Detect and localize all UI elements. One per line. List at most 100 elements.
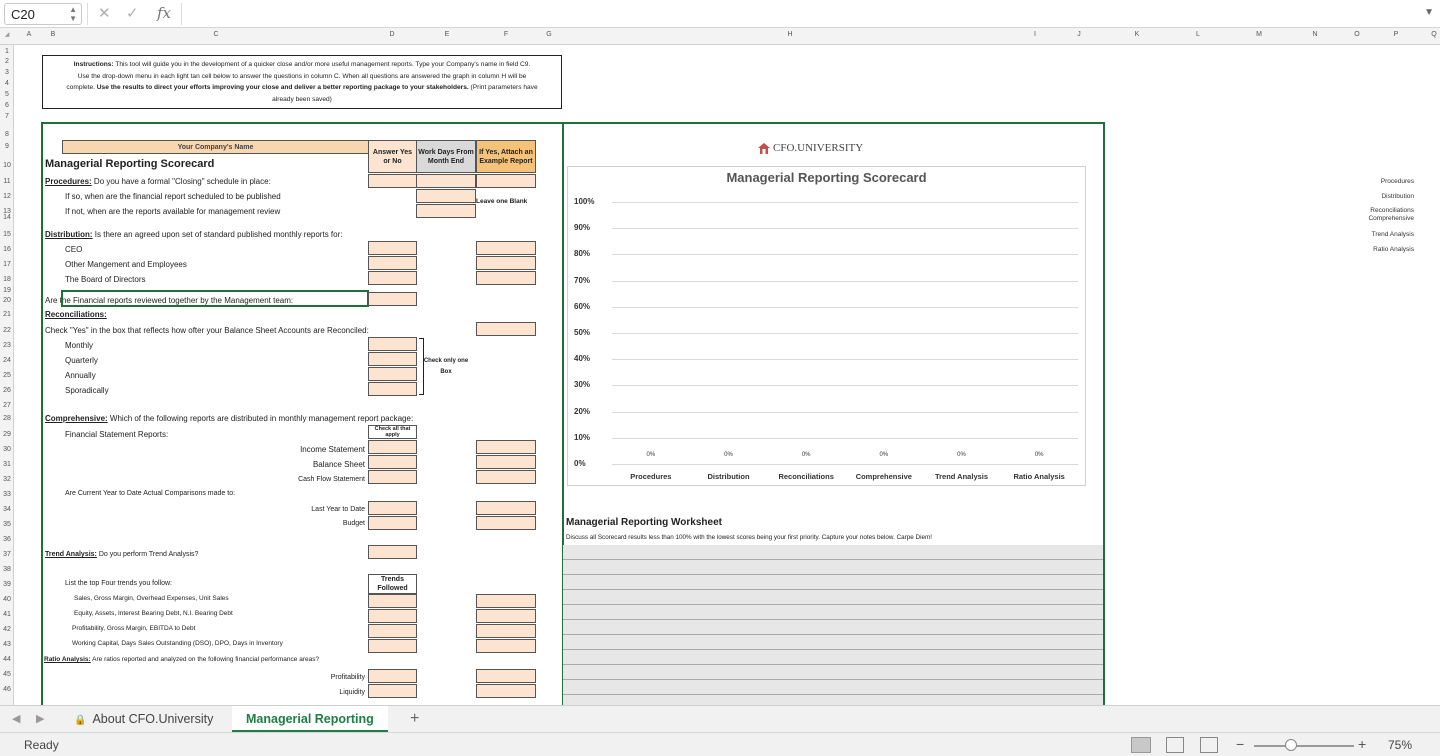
row-header[interactable]: 43 — [0, 641, 14, 648]
row-header[interactable]: 34 — [0, 506, 14, 513]
column-header[interactable]: D — [389, 31, 394, 38]
row-header[interactable]: 4 — [0, 80, 14, 87]
row-header[interactable]: 36 — [0, 536, 14, 543]
row-header[interactable]: 39 — [0, 581, 14, 588]
selected-cell-c20[interactable] — [61, 290, 369, 307]
zoom-slider-thumb[interactable] — [1285, 739, 1297, 751]
row-header[interactable]: 40 — [0, 596, 14, 603]
company-name-field[interactable]: Your Company's Name — [62, 140, 369, 154]
name-box-stepper-icon[interactable]: ▲ ▼ — [69, 5, 77, 23]
column-header[interactable]: J — [1077, 31, 1081, 38]
column-header[interactable]: L — [1196, 31, 1200, 38]
last-year-attach-cell[interactable] — [476, 501, 536, 515]
column-header[interactable]: G — [546, 31, 551, 38]
if-so-workdays-cell[interactable] — [416, 189, 476, 203]
trend-1-attach-cell[interactable] — [476, 594, 536, 608]
budget-answer-cell[interactable] — [368, 516, 417, 530]
worksheet-note-row[interactable] — [563, 680, 1103, 695]
column-header[interactable]: E — [445, 31, 450, 38]
trend-2-attach-cell[interactable] — [476, 609, 536, 623]
worksheet-note-row[interactable] — [563, 590, 1103, 605]
other-mgmt-attach-cell[interactable] — [476, 256, 536, 270]
procedures-attach-cell[interactable] — [476, 174, 536, 188]
row-header[interactable]: 3 — [0, 69, 14, 76]
worksheet-note-row[interactable] — [563, 575, 1103, 590]
row-header[interactable]: 38 — [0, 566, 14, 573]
trend-4-answer-cell[interactable] — [368, 639, 417, 653]
recon-attach-cell[interactable] — [476, 322, 536, 336]
column-header[interactable]: I — [1034, 31, 1036, 38]
column-header[interactable]: N — [1312, 31, 1317, 38]
zoom-slider[interactable] — [1254, 745, 1354, 747]
row-header[interactable]: 25 — [0, 372, 14, 379]
column-header[interactable]: B — [51, 31, 56, 38]
row-header[interactable]: 28 — [0, 415, 14, 422]
row-header[interactable]: 33 — [0, 491, 14, 498]
row-header[interactable]: 27 — [0, 402, 14, 409]
worksheet-note-row[interactable] — [563, 665, 1103, 680]
row-header[interactable]: 6 — [0, 102, 14, 109]
prev-sheet-icon[interactable]: ◀ — [12, 712, 20, 725]
worksheet-note-row[interactable] — [563, 695, 1103, 705]
ceo-attach-cell[interactable] — [476, 241, 536, 255]
worksheet-note-row[interactable] — [563, 635, 1103, 650]
next-sheet-icon[interactable]: ▶ — [36, 712, 44, 725]
ceo-answer-cell[interactable] — [368, 241, 417, 255]
row-header[interactable]: 16 — [0, 246, 14, 253]
column-header[interactable]: P — [1394, 31, 1399, 38]
budget-attach-cell[interactable] — [476, 516, 536, 530]
tab-about-cfo-university[interactable]: 🔒 About CFO.University — [60, 706, 227, 732]
row-header[interactable]: 17 — [0, 261, 14, 268]
worksheet-note-row[interactable] — [563, 650, 1103, 665]
trend-1-answer-cell[interactable] — [368, 594, 417, 608]
if-not-workdays-cell[interactable] — [416, 204, 476, 218]
row-header[interactable]: 2 — [0, 58, 14, 65]
add-sheet-icon[interactable]: + — [410, 710, 419, 728]
row-header[interactable]: 37 — [0, 551, 14, 558]
profitability-attach-cell[interactable] — [476, 669, 536, 683]
cashflow-answer-cell[interactable] — [368, 470, 417, 484]
worksheet-note-row[interactable] — [563, 620, 1103, 635]
row-header[interactable]: 45 — [0, 671, 14, 678]
row-header[interactable]: 9 — [0, 143, 14, 150]
page-break-view-icon[interactable] — [1200, 737, 1218, 753]
cancel-icon[interactable]: ✕ — [98, 4, 111, 22]
row-header[interactable]: 7 — [0, 113, 14, 120]
trend-4-attach-cell[interactable] — [476, 639, 536, 653]
row-header[interactable]: 32 — [0, 476, 14, 483]
zoom-out-button[interactable]: − — [1236, 736, 1244, 752]
row-header[interactable]: 18 — [0, 276, 14, 283]
row-header[interactable]: 42 — [0, 626, 14, 633]
balance-attach-cell[interactable] — [476, 455, 536, 469]
profitability-answer-cell[interactable] — [368, 669, 417, 683]
column-header[interactable]: M — [1256, 31, 1262, 38]
column-header[interactable]: C — [213, 31, 218, 38]
worksheet-note-row[interactable] — [563, 545, 1103, 560]
row-header[interactable]: 20 — [0, 297, 14, 304]
column-header[interactable]: F — [504, 31, 508, 38]
trend-answer-cell[interactable] — [368, 545, 417, 559]
sporadically-answer-cell[interactable] — [368, 382, 417, 396]
trend-3-attach-cell[interactable] — [476, 624, 536, 638]
expand-formula-bar-icon[interactable]: ▼ — [1424, 7, 1434, 18]
annually-answer-cell[interactable] — [368, 367, 417, 381]
quarterly-answer-cell[interactable] — [368, 352, 417, 366]
row-header[interactable]: 12 — [0, 193, 14, 200]
row-header[interactable]: 11 — [0, 178, 14, 185]
column-header[interactable]: K — [1135, 31, 1140, 38]
board-answer-cell[interactable] — [368, 271, 417, 285]
liquidity-answer-cell[interactable] — [368, 684, 417, 698]
procedures-workdays-cell[interactable] — [416, 174, 476, 188]
procedures-answer-cell[interactable] — [368, 174, 417, 188]
row-header[interactable]: 24 — [0, 357, 14, 364]
name-box[interactable]: C20 ▲ ▼ — [4, 3, 82, 25]
enter-icon[interactable]: ✓ — [126, 4, 139, 22]
cashflow-attach-cell[interactable] — [476, 470, 536, 484]
row-header[interactable]: 44 — [0, 656, 14, 663]
row-header[interactable]: 5 — [0, 91, 14, 98]
income-answer-cell[interactable] — [368, 440, 417, 454]
row-header[interactable]: 31 — [0, 461, 14, 468]
row-header[interactable]: 41 — [0, 611, 14, 618]
worksheet-note-row[interactable] — [563, 560, 1103, 575]
board-attach-cell[interactable] — [476, 271, 536, 285]
